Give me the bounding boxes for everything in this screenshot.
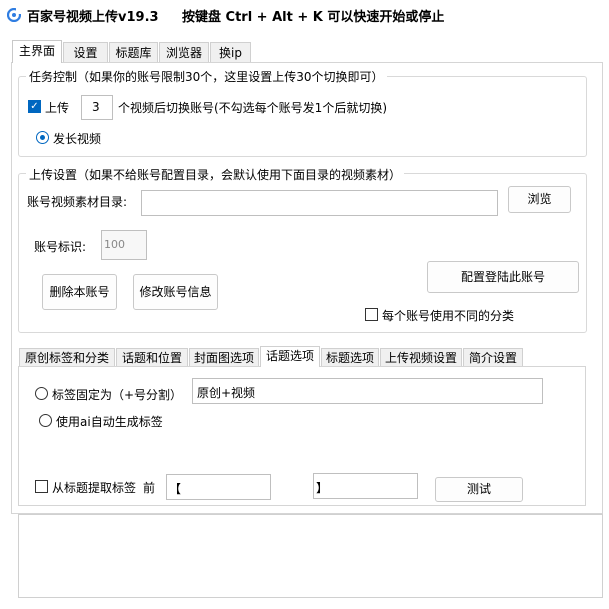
upload-count-input[interactable]: 3: [81, 95, 113, 120]
app-logo-icon: [6, 7, 22, 23]
upload-checkbox[interactable]: ✓: [28, 100, 41, 113]
edit-account-button[interactable]: 修改账号信息: [133, 274, 218, 310]
diff-category-checkbox[interactable]: [365, 308, 378, 321]
long-video-radio[interactable]: [36, 131, 49, 144]
tab-main[interactable]: 主界面: [12, 40, 62, 63]
task-control-legend: 任务控制（如果你的账号限制30个，这里设置上传30个切换即可）: [26, 68, 387, 85]
ai-tags-radio[interactable]: [39, 414, 52, 427]
subtab-intro-settings[interactable]: 简介设置: [463, 348, 523, 367]
subtab-original-tags[interactable]: 原创标签和分类: [19, 348, 115, 367]
config-login-button[interactable]: 配置登陆此账号: [427, 261, 579, 293]
tab-title-library[interactable]: 标题库: [109, 42, 158, 63]
subtab-topic-location[interactable]: 话题和位置: [116, 348, 188, 367]
subtab-upload-video-settings[interactable]: 上传视频设置: [380, 348, 462, 367]
tab-browser[interactable]: 浏览器: [159, 42, 209, 63]
title-bar: 百家号视频上传v19.3 按键盘 Ctrl + Alt + K 可以快速开始或停…: [0, 0, 609, 30]
dir-input[interactable]: [141, 190, 498, 216]
subtab-topic-options[interactable]: 话题选项: [260, 346, 320, 367]
delete-account-button[interactable]: 删除本账号: [42, 274, 117, 310]
fixed-tags-input[interactable]: 原创+视频: [192, 378, 543, 404]
dir-label: 账号视频素材目录:: [27, 195, 128, 209]
upload-settings-legend: 上传设置（如果不给账号配置目录，会默认使用下面目录的视频素材）: [26, 166, 405, 183]
fixed-tags-radio[interactable]: [35, 387, 48, 400]
diff-category-label: 每个账号使用不同的分类: [382, 309, 515, 323]
tab-change-ip[interactable]: 换ip: [210, 42, 251, 63]
account-id-input[interactable]: 100: [101, 230, 147, 260]
app-title: 百家号视频上传v19.3: [27, 10, 159, 25]
fixed-tags-label: 标签固定为（+号分割）: [52, 388, 183, 402]
extract-tags-checkbox[interactable]: [35, 480, 48, 493]
subtab-title-options[interactable]: 标题选项: [321, 348, 379, 367]
ai-tags-label: 使用ai自动生成标签: [56, 415, 163, 429]
test-button[interactable]: 测试: [435, 477, 523, 502]
hotkey-hint: 按键盘 Ctrl + Alt + K 可以快速开始或停止: [182, 10, 445, 25]
upload-checkbox-label: 上传: [45, 101, 70, 115]
end-delimiter-input[interactable]: 】: [313, 473, 418, 499]
tab-settings[interactable]: 设置: [63, 42, 108, 63]
switch-hint: 个视频后切换账号(不勾选每个账号发1个后就切换): [118, 101, 387, 115]
subtab-cover-options[interactable]: 封面图选项: [189, 348, 259, 367]
account-id-label: 账号标识:: [34, 240, 87, 254]
before-label: 前: [143, 481, 156, 495]
long-video-label: 发长视频: [53, 132, 102, 146]
log-textarea[interactable]: [18, 514, 603, 598]
browse-button[interactable]: 浏览: [508, 186, 571, 213]
start-delimiter-input[interactable]: 【: [166, 474, 271, 500]
extract-tags-label: 从标题提取标签: [52, 481, 137, 495]
